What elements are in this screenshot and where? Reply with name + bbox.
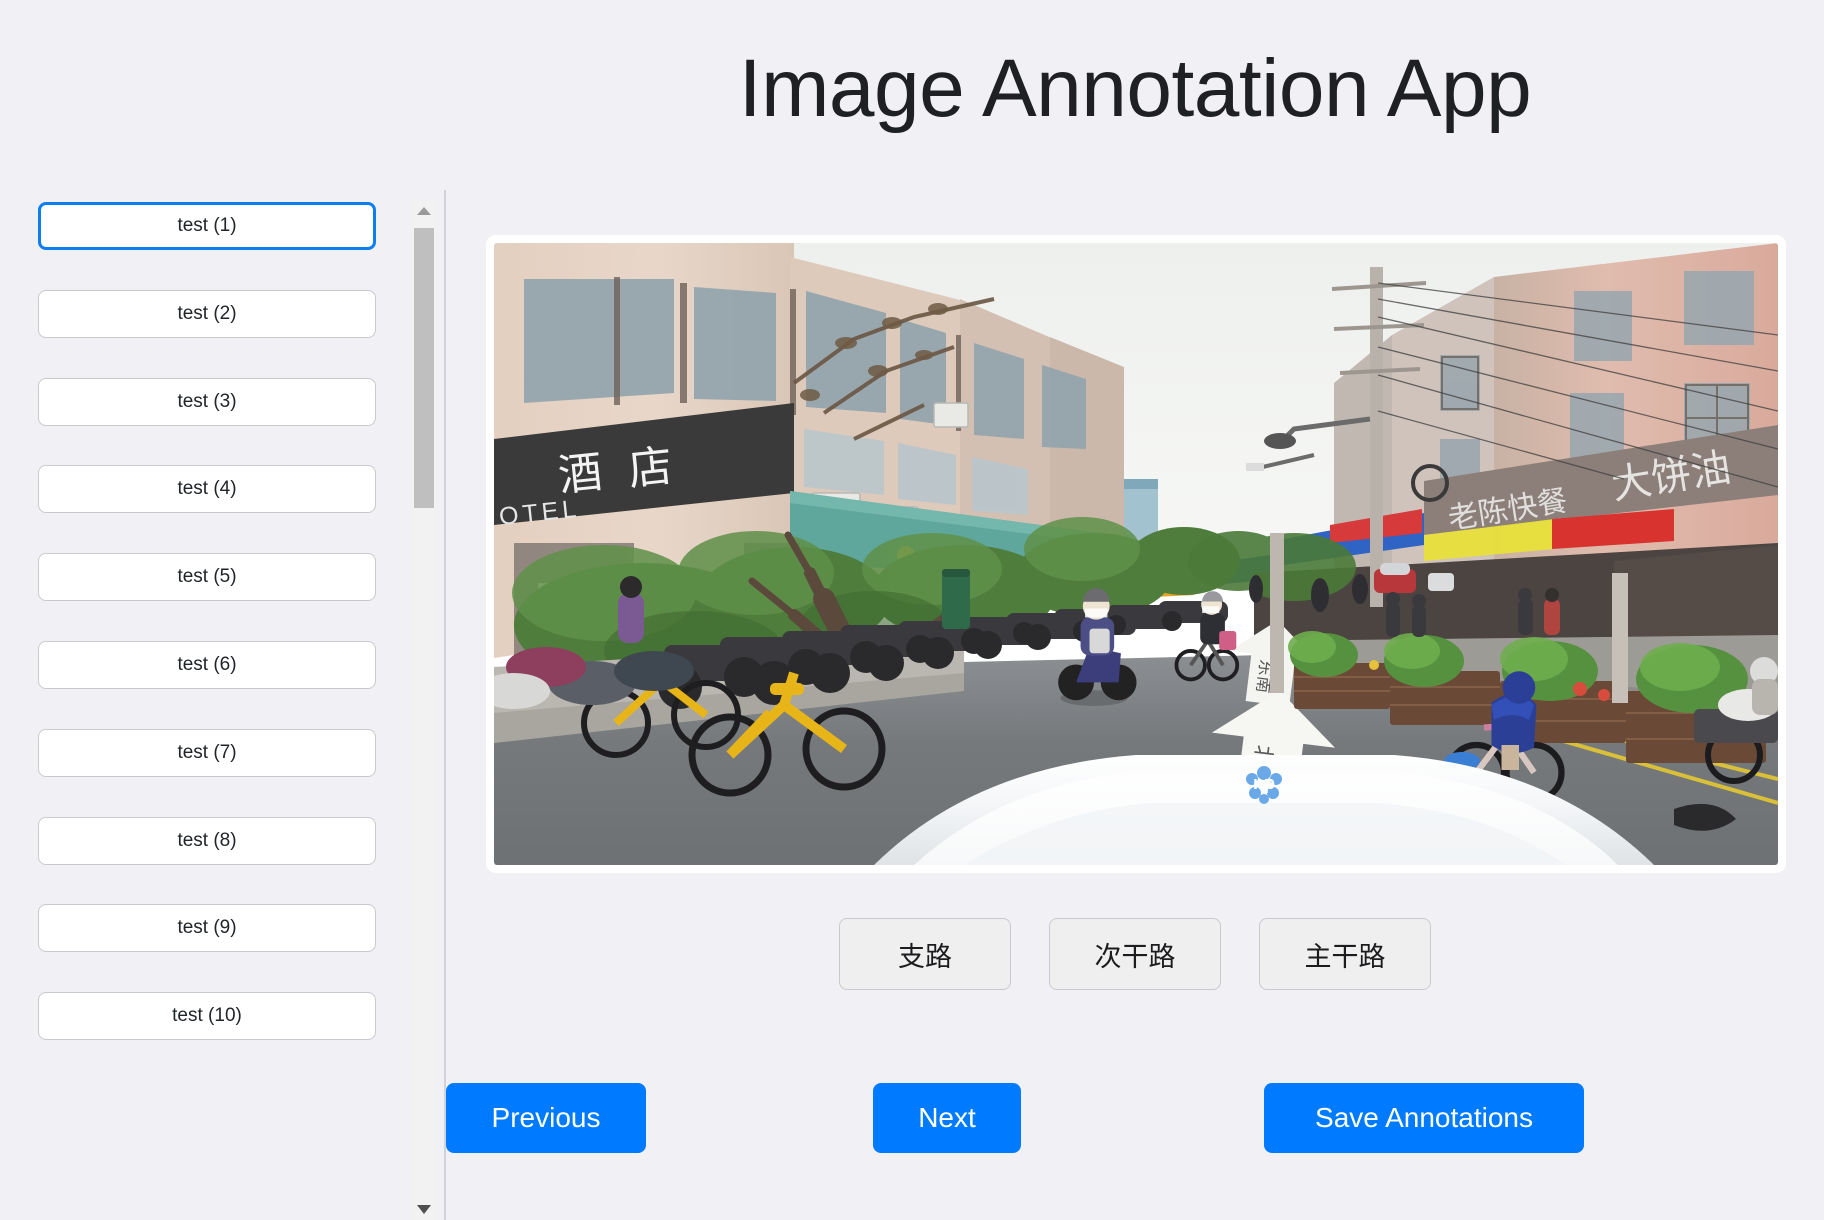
list-item[interactable]: test (2) — [38, 289, 376, 338]
svg-text:店: 店 — [626, 441, 675, 496]
sidebar-scrollbar[interactable] — [413, 200, 435, 1220]
sidebar: test (1) test (2) test (3) test (4) test (5)… — [0, 0, 445, 1220]
list-item[interactable]: test (9) — [38, 904, 376, 953]
road-class-button-3[interactable]: 主干路 — [1259, 918, 1431, 990]
image-annotation-app: test (1) test (2) test (3) test (4) test (5)… — [0, 0, 1824, 1220]
list-item[interactable]: test (3) — [38, 377, 376, 426]
scrollbar-thumb[interactable] — [414, 228, 434, 508]
image-list: test (1) test (2) test (3) test (4) test (5)… — [0, 0, 420, 1220]
list-item[interactable]: test (8) — [38, 816, 376, 865]
list-item[interactable]: test (7) — [38, 728, 376, 777]
list-item[interactable]: test (10) — [38, 992, 376, 1041]
scrollbar-up-arrow-icon[interactable] — [413, 200, 435, 222]
main-panel: Image Annotation App 酒 店 OTEL 老陈快餐 大饼油 东… — [446, 0, 1824, 1220]
list-item[interactable]: test (1) — [38, 202, 376, 250]
road-class-button-2[interactable]: 次干路 — [1049, 918, 1221, 990]
triangle-up-icon — [417, 207, 431, 215]
road-class-button-1[interactable]: 支路 — [839, 918, 1011, 990]
triangle-down-icon — [417, 1204, 431, 1214]
svg-text:酒: 酒 — [556, 447, 605, 502]
previous-button[interactable]: Previous — [446, 1083, 646, 1153]
list-item[interactable]: test (5) — [38, 553, 376, 602]
label-button-row: 支路 次干路 主干路 — [446, 918, 1824, 990]
list-item[interactable]: test (4) — [38, 465, 376, 514]
list-item[interactable]: test (6) — [38, 641, 376, 689]
scrollbar-down-arrow-icon[interactable] — [413, 1198, 435, 1220]
action-button-row: Previous Next Save Annotations — [446, 1083, 1824, 1153]
page-title: Image Annotation App — [738, 43, 1532, 134]
save-annotations-button[interactable]: Save Annotations — [1264, 1083, 1584, 1153]
image-card: 酒 店 OTEL 中国邮政 — [486, 235, 1786, 873]
annotation-photo[interactable]: 酒 店 OTEL 中国邮政 — [494, 243, 1778, 865]
svg-text:np: np — [1253, 773, 1275, 793]
next-button[interactable]: Next — [873, 1083, 1021, 1153]
